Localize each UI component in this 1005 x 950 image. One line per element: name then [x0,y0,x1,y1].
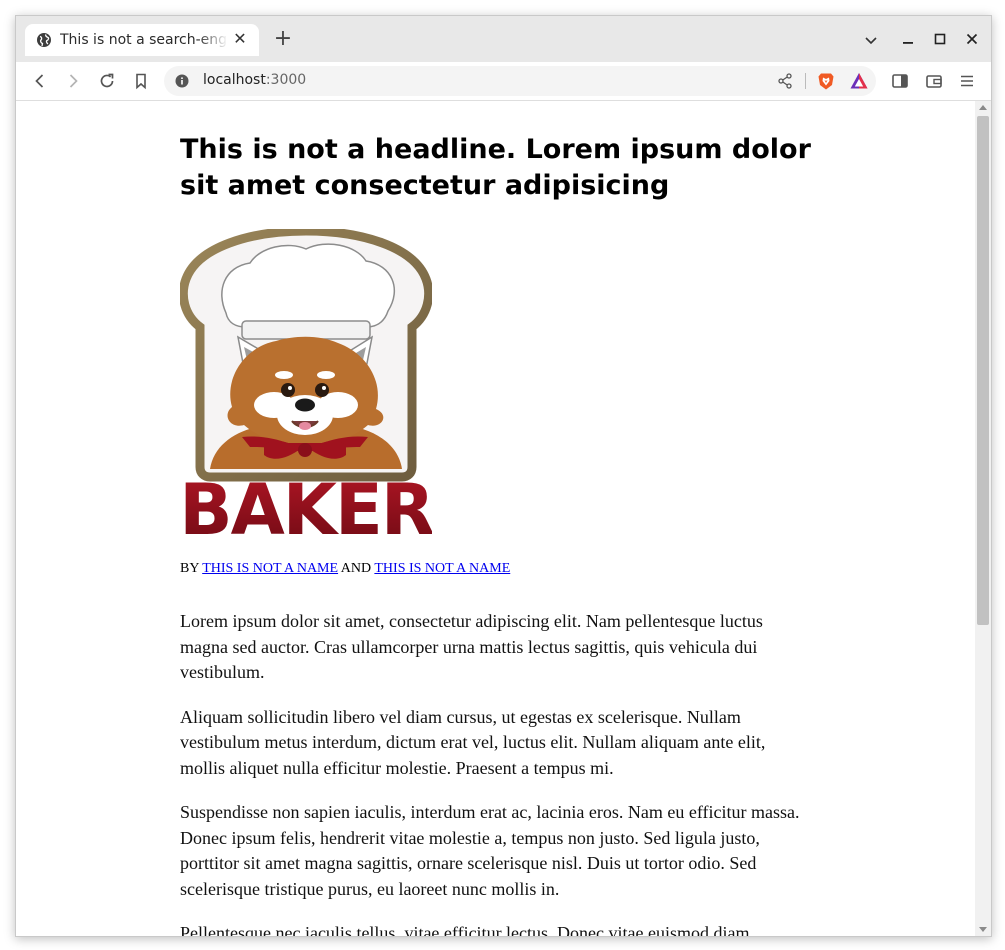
author-link-2[interactable]: THIS IS NOT A NAME [374,561,510,576]
bookmark-icon[interactable] [131,71,151,91]
info-icon[interactable] [175,74,189,88]
byline: BY THIS IS NOT A NAME AND THIS IS NOT A … [180,561,510,577]
browser-window: This is not a search-engine-optimized ti… [15,15,992,937]
vertical-scrollbar[interactable] [975,101,991,936]
reload-icon[interactable] [97,71,117,91]
page-viewport: This is not a headline. Lorem ipsum dolo… [16,101,975,936]
wallet-icon[interactable] [924,71,944,91]
chevron-down-icon[interactable] [862,31,880,49]
brave-rewards-icon[interactable] [849,71,869,91]
browser-toolbar: localhost:3000 [16,62,991,101]
close-icon[interactable]: ✕ [231,30,249,48]
baker-logo-image: BAKER [180,229,432,539]
paragraph: Lorem ipsum dolor sit amet, consectetur … [180,611,763,682]
maximize-icon[interactable] [932,31,948,47]
divider [805,73,806,89]
byline-prefix: BY [180,561,203,576]
author-link-1[interactable]: THIS IS NOT A NAME [202,561,338,576]
logo-text: BAKER [180,469,432,539]
scroll-down-arrow-icon[interactable] [979,927,987,932]
menu-icon[interactable] [957,71,977,91]
scrollbar-thumb[interactable] [977,116,989,625]
globe-icon [37,33,51,47]
page-title: This is not a headline. Lorem ipsum dolo… [180,134,811,201]
url-text[interactable]: localhost:3000 [203,72,306,88]
scroll-up-arrow-icon[interactable] [979,105,987,110]
address-bar[interactable]: localhost:3000 [164,66,876,96]
brave-shields-icon[interactable] [816,71,836,91]
article-body: Lorem ipsum dolor sit amet, consectetur … [180,609,810,936]
minimize-icon[interactable] [900,31,916,47]
tab-title: This is not a search-engine-optimized ti… [60,32,228,48]
sidebar-icon[interactable] [890,71,910,91]
article: This is not a headline. Lorem ipsum dolo… [180,101,820,936]
back-icon[interactable] [30,71,50,91]
share-icon[interactable] [776,72,794,90]
byline-and: AND [338,561,375,576]
tab-strip: This is not a search-engine-optimized ti… [16,16,991,62]
paragraph: Pellentesque nec iaculis tellus, vitae e… [180,923,754,936]
paragraph: Suspendisse non sapien iaculis, interdum… [180,802,800,899]
paragraph: Aliquam sollicitudin libero vel diam cur… [180,706,766,778]
plus-icon[interactable]: + [272,28,294,50]
window-close-icon[interactable] [964,31,980,47]
forward-icon[interactable] [63,71,83,91]
tab-active[interactable]: This is not a search-engine-optimized ti… [25,24,259,56]
